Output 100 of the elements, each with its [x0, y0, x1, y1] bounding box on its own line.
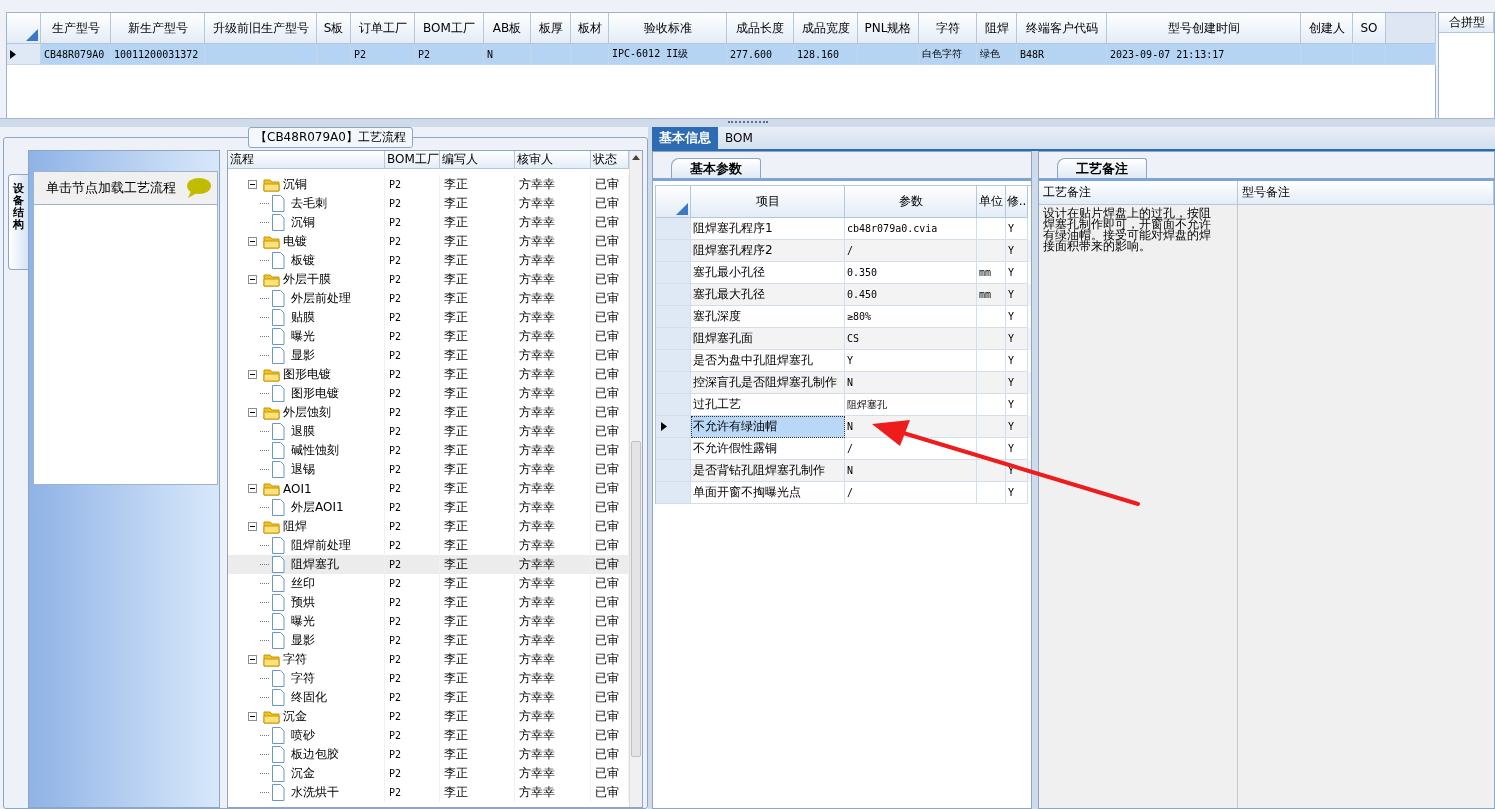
- tree-row[interactable]: 曝光 P2 李正 方幸幸 已审: [228, 612, 629, 631]
- tree-node[interactable]: 显影: [291, 632, 315, 649]
- tree-row[interactable]: 水洗烘干 P2 李正 方幸幸 已审: [228, 783, 629, 802]
- side-tab[interactable]: 设备结构: [8, 174, 28, 270]
- collapse-icon[interactable]: [248, 180, 257, 189]
- tab[interactable]: 基本信息: [652, 127, 718, 149]
- tree-node[interactable]: 图形电镀: [283, 366, 331, 383]
- collapse-icon[interactable]: [248, 712, 257, 721]
- tree-row[interactable]: 丝印 P2 李正 方幸幸 已审: [228, 574, 629, 593]
- tree-node[interactable]: 退膜: [291, 423, 315, 440]
- tree-node[interactable]: 阻焊: [283, 518, 307, 535]
- scroll-up-icon[interactable]: [632, 155, 640, 160]
- tree-node[interactable]: 外层AOI1: [291, 499, 344, 516]
- tab[interactable]: 工艺备注: [1057, 158, 1147, 178]
- tree-node[interactable]: 曝光: [291, 613, 315, 630]
- tree-node[interactable]: 外层干膜: [283, 271, 331, 288]
- collapse-icon[interactable]: [248, 370, 257, 379]
- tree-node[interactable]: 字符: [291, 670, 315, 687]
- row-header[interactable]: [656, 416, 691, 438]
- column-header[interactable]: 验收标准: [609, 13, 727, 44]
- column-header[interactable]: 单位: [977, 186, 1006, 218]
- tree-node[interactable]: 外层蚀刻: [283, 404, 331, 421]
- tree-node[interactable]: 显影: [291, 347, 315, 364]
- tree-row[interactable]: 沉铜 P2 李正 方幸幸 已审: [228, 213, 629, 232]
- column-header[interactable]: 状态: [591, 151, 629, 169]
- table-row[interactable]: CB48R079A0 10011200031372 P2 P2 N IPC-6012 II级 277.600 128.160 白色字符 绿色 B48R 2023-09-07 21:13:17: [7, 44, 1435, 65]
- column-header[interactable]: 生产型号: [41, 13, 111, 44]
- splitter[interactable]: [1032, 151, 1038, 809]
- tree-row[interactable]: 阻焊 P2 李正 方幸幸 已审: [228, 517, 629, 536]
- tree-row[interactable]: 外层AOI1 P2 李正 方幸幸 已审: [228, 498, 629, 517]
- tree-row[interactable]: 板镀 P2 李正 方幸幸 已审: [228, 251, 629, 270]
- tree-node[interactable]: 退锡: [291, 461, 315, 478]
- table-row[interactable]: 不允许有绿油帽 N Y: [656, 416, 1031, 438]
- column-header[interactable]: 项目: [691, 186, 845, 218]
- tree-row[interactable]: 板边包胶 P2 李正 方幸幸 已审: [228, 745, 629, 764]
- tab[interactable]: BOM: [718, 127, 760, 149]
- column-header[interactable]: AB板: [484, 13, 531, 44]
- tree-node[interactable]: 板边包胶: [291, 746, 339, 763]
- tree-node[interactable]: 外层前处理: [291, 290, 351, 307]
- column-header[interactable]: BOM工厂: [385, 151, 440, 169]
- tree-node[interactable]: 电镀: [283, 233, 307, 250]
- tree-row[interactable]: 沉金 P2 李正 方幸幸 已审: [228, 764, 629, 783]
- column-header[interactable]: 核审人: [515, 151, 591, 169]
- tree-row[interactable]: 显影 P2 李正 方幸幸 已审: [228, 631, 629, 650]
- tree-row[interactable]: 外层前处理 P2 李正 方幸幸 已审: [228, 289, 629, 308]
- table-row[interactable]: 阻焊塞孔面 CS Y: [656, 328, 1031, 350]
- collapse-icon[interactable]: [248, 237, 257, 246]
- column-header[interactable]: 编写人: [440, 151, 515, 169]
- collapse-icon[interactable]: [248, 408, 257, 417]
- tree-node[interactable]: 字符: [283, 651, 307, 668]
- scroll-thumb[interactable]: [631, 441, 641, 757]
- column-header[interactable]: 流程: [228, 151, 385, 169]
- tree-node[interactable]: 贴膜: [291, 309, 315, 326]
- tree-row[interactable]: 显影 P2 李正 方幸幸 已审: [228, 346, 629, 365]
- tree-row[interactable]: 图形电镀 P2 李正 方幸幸 已审: [228, 384, 629, 403]
- table-row[interactable]: 阻焊塞孔程序2 / Y: [656, 240, 1031, 262]
- tree-row[interactable]: 贴膜 P2 李正 方幸幸 已审: [228, 308, 629, 327]
- column-header[interactable]: 字符: [919, 13, 977, 44]
- collapse-icon[interactable]: [248, 655, 257, 664]
- column-header[interactable]: 新生产型号: [111, 13, 205, 44]
- tree-node[interactable]: 丝印: [291, 575, 315, 592]
- tree-node[interactable]: 阻焊塞孔: [291, 556, 339, 573]
- tree-node[interactable]: 水洗烘干: [291, 784, 339, 801]
- tree-row[interactable]: 外层蚀刻 P2 李正 方幸幸 已审: [228, 403, 629, 422]
- collapse-icon[interactable]: [248, 522, 257, 531]
- column-header[interactable]: 型号创建时间: [1107, 13, 1301, 44]
- tree-node[interactable]: 终固化: [291, 689, 327, 706]
- column-header[interactable]: 参数: [845, 186, 977, 218]
- tree-node[interactable]: 去毛刺: [291, 195, 327, 212]
- tree-node[interactable]: 沉铜: [291, 214, 315, 231]
- collapse-icon[interactable]: [248, 484, 257, 493]
- tree-node[interactable]: 沉金: [283, 708, 307, 725]
- column-header[interactable]: 合拼型: [1439, 13, 1494, 33]
- column-header[interactable]: 终端客户代码: [1017, 13, 1107, 44]
- tree-row[interactable]: 沉铜 P2 李正 方幸幸 已审: [228, 175, 629, 194]
- column-header[interactable]: SO: [1353, 13, 1386, 44]
- tree-row[interactable]: 电镀 P2 李正 方幸幸 已审: [228, 232, 629, 251]
- column-header[interactable]: 工艺备注: [1039, 181, 1238, 205]
- tree-node[interactable]: 板镀: [291, 252, 315, 269]
- tree-node[interactable]: 预烘: [291, 594, 315, 611]
- column-header[interactable]: 成品宽度: [794, 13, 858, 44]
- scrollbar[interactable]: [629, 151, 642, 807]
- tree-row[interactable]: 预烘 P2 李正 方幸幸 已审: [228, 593, 629, 612]
- tree-row[interactable]: 碱性蚀刻 P2 李正 方幸幸 已审: [228, 441, 629, 460]
- column-header[interactable]: 板材: [571, 13, 609, 44]
- tree-node[interactable]: 沉铜: [283, 176, 307, 193]
- column-header[interactable]: PNL规格: [858, 13, 919, 44]
- tree-row[interactable]: 图形电镀 P2 李正 方幸幸 已审: [228, 365, 629, 384]
- tree-row[interactable]: 阻焊塞孔 P2 李正 方幸幸 已审: [228, 555, 629, 574]
- tree-row[interactable]: AOI1 P2 李正 方幸幸 已审: [228, 479, 629, 498]
- tree-row[interactable]: 退膜 P2 李正 方幸幸 已审: [228, 422, 629, 441]
- column-header[interactable]: 修..: [1006, 186, 1028, 218]
- tree-row[interactable]: 终固化 P2 李正 方幸幸 已审: [228, 688, 629, 707]
- column-header[interactable]: BOM工厂: [415, 13, 484, 44]
- column-header[interactable]: 创建人: [1301, 13, 1353, 44]
- tree-node[interactable]: 喷砂: [291, 727, 315, 744]
- table-row[interactable]: 控深盲孔是否阻焊塞孔制作 N Y: [656, 372, 1031, 394]
- tree-row[interactable]: 外层干膜 P2 李正 方幸幸 已审: [228, 270, 629, 289]
- tree-row[interactable]: 曝光 P2 李正 方幸幸 已审: [228, 327, 629, 346]
- column-header[interactable]: 阻焊: [977, 13, 1017, 44]
